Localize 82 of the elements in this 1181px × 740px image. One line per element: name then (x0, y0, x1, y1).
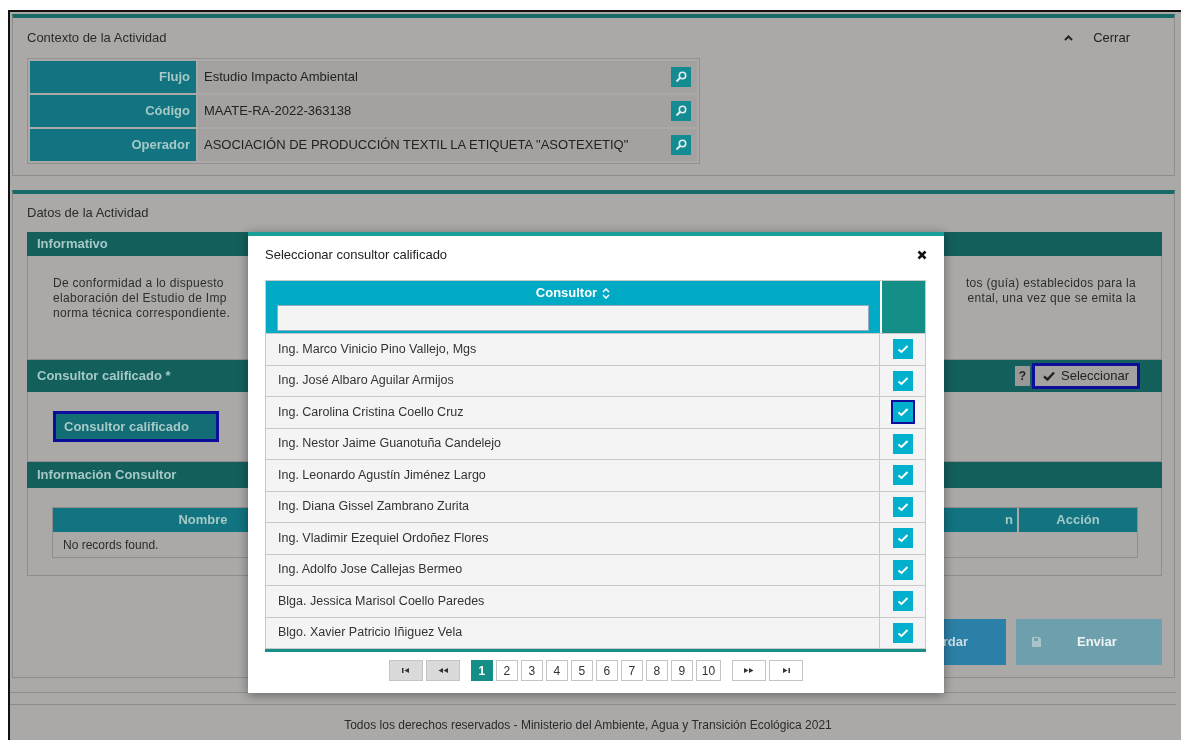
paragraph-line: tos (guía) establecidos para la (965, 276, 1136, 291)
check-icon (896, 501, 909, 512)
table-cell-text: Ing. Vladimir Ezequiel Ordoñez Flores (278, 529, 489, 547)
checkbox[interactable] (892, 591, 913, 612)
panel-title: Contexto de la Actividad (27, 29, 167, 48)
column-title: Nombre (178, 511, 228, 530)
table-cell-text: Blga. Jessica Marisol Coello Paredes (278, 592, 485, 610)
table-cell-text: Ing. Diana Gissel Zambrano Zurita (278, 498, 470, 516)
help-button[interactable]: ? (1014, 366, 1031, 386)
table-cell-text: Ing. Leonardo Agustín Jiménez Largo (278, 466, 486, 484)
last-page-icon (780, 667, 793, 674)
first-page-button[interactable] (388, 660, 423, 681)
field-label: Código (30, 95, 196, 127)
search-icon[interactable] (671, 101, 691, 121)
next-page-button[interactable] (732, 660, 767, 681)
table-cell-text: Ing. Carolina Cristina Coello Cruz (278, 403, 464, 421)
section-title: Información Consultor (37, 466, 177, 485)
select-button[interactable]: Seleccionar (1032, 363, 1140, 389)
column-header (882, 281, 925, 333)
field-value: MAATE-RA-2022-363138 (204, 102, 352, 121)
empty-message: No records found. (63, 536, 159, 554)
checkbox[interactable] (892, 528, 913, 549)
previous-page-icon (436, 667, 449, 674)
check-icon (896, 533, 909, 544)
check-icon (896, 564, 909, 575)
footer-text: Todos los derechos reservados - Ministerio del Ambiente, Agua y Transición Ecológica 2021 (344, 717, 832, 734)
checkbox[interactable] (892, 370, 913, 391)
page-button[interactable]: 2 (495, 660, 518, 681)
table-cell-text: Ing. Adolfo Jose Callejas Bermeo (278, 561, 463, 579)
floppy-icon (1032, 637, 1041, 647)
check-icon (896, 375, 909, 386)
check-icon (896, 344, 909, 355)
paragraph-line: norma técnica correspondiente. (53, 306, 231, 321)
page-button[interactable]: 7 (620, 660, 643, 681)
column-title: n (1005, 511, 1013, 530)
check-icon (1043, 371, 1056, 381)
first-page-icon (399, 667, 412, 674)
check-icon (896, 407, 909, 418)
table-cell-text: Ing. José Albaro Aguilar Armijos (278, 372, 454, 390)
page-button[interactable]: 1 (470, 660, 493, 681)
page-button[interactable]: 9 (670, 660, 693, 681)
paragraph-line: elaboración del Estudio de Imp (53, 291, 228, 306)
close-icon[interactable] (917, 250, 927, 260)
sort-icon[interactable] (602, 287, 611, 299)
check-icon (896, 470, 909, 481)
section-title: Consultor calificado * (37, 367, 171, 386)
page-button[interactable]: 6 (595, 660, 618, 681)
checkbox[interactable] (892, 465, 913, 486)
checkbox[interactable] (892, 622, 913, 643)
checkbox[interactable] (892, 433, 913, 454)
check-icon (896, 596, 909, 607)
checkbox[interactable] (892, 339, 913, 360)
next-page-icon (743, 667, 756, 674)
panel-title: Datos de la Actividad (27, 204, 149, 223)
check-icon (896, 438, 909, 449)
checkbox[interactable] (892, 496, 913, 517)
page-button[interactable]: 10 (695, 660, 722, 681)
caret-up-icon[interactable] (1064, 35, 1074, 41)
modal-title: Seleccionar consultor calificado (265, 246, 448, 265)
filter-input[interactable] (277, 305, 869, 331)
paragraph-line: ental, una vez que se emita la (967, 291, 1136, 306)
search-icon[interactable] (671, 135, 691, 155)
previous-page-button[interactable] (425, 660, 460, 681)
paragraph-line: De conformidad a lo dispuesto (53, 276, 225, 291)
page-button[interactable]: 8 (645, 660, 668, 681)
collapse-link[interactable]: Cerrar (1093, 28, 1130, 48)
table-cell-text: Blgo. Xavier Patricio Iñiguez Vela (278, 624, 463, 642)
field-value: Estudio Impacto Ambiental (204, 68, 358, 87)
search-icon[interactable] (671, 67, 691, 87)
column-title: Acción (1056, 511, 1100, 530)
page-button[interactable]: 4 (545, 660, 568, 681)
last-page-button[interactable] (769, 660, 804, 681)
field-value: ASOCIACIÓN DE PRODUCCIÓN TEXTIL LA ETIQUETA "ASOTEXETIQ" (204, 136, 629, 155)
section-title: Informativo (37, 235, 108, 254)
field-label: Operador (30, 129, 196, 161)
field-label: Flujo (30, 61, 196, 93)
check-icon (896, 627, 909, 638)
table-cell-text: Ing. Marco Vinicio Pino Vallejo, Mgs (278, 340, 477, 358)
page-button[interactable]: 5 (570, 660, 593, 681)
table-cell-text: Ing. Nestor Jaime Guanotuña Candelejo (278, 435, 502, 453)
checkbox[interactable] (892, 559, 913, 580)
page-button[interactable]: 3 (520, 660, 543, 681)
